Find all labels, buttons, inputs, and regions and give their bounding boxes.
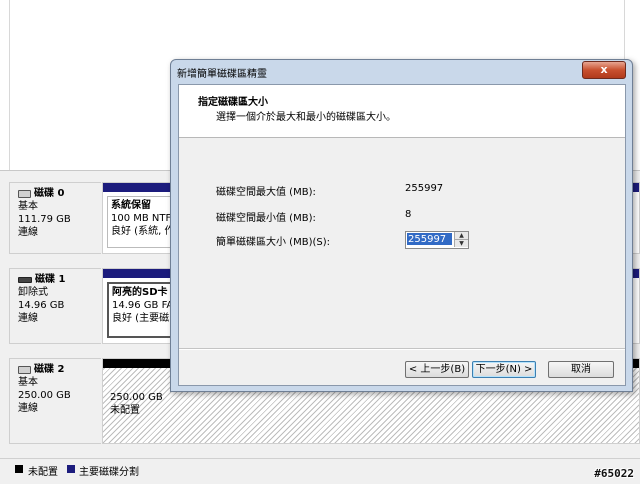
new-simple-volume-wizard: 新增簡單磁碟區精靈 x 指定磁碟區大小 選擇一個介於最大和最小的磁碟區大小。 磁… (170, 59, 633, 392)
spin-down-button[interactable]: ▼ (454, 239, 468, 247)
disk-type: 基本 (18, 377, 38, 388)
close-icon: x (600, 63, 608, 76)
disk-status: 連線 (18, 227, 38, 238)
chevron-down-icon: ▼ (459, 240, 464, 247)
disk-type: 卸除式 (18, 287, 48, 298)
back-button[interactable]: < 上一步(B) (405, 361, 469, 378)
cancel-button[interactable]: 取消 (548, 361, 614, 378)
max-size-value: 255997 (405, 183, 444, 194)
button-separator (179, 348, 625, 350)
page-title: 指定磁碟區大小 (198, 97, 268, 108)
legend-bar: 未配置 主要磁碟分割 (0, 458, 640, 484)
disk-name: 磁碟 2 (34, 364, 65, 375)
window-title: 新增簡單磁碟區精靈 (177, 69, 267, 80)
disk-status: 連線 (18, 403, 38, 414)
partition-unallocated[interactable]: 250.00 GB 未配置 (107, 389, 187, 429)
disk-label[interactable]: 磁碟 2 基本 250.00 GB 連線 (9, 358, 101, 444)
volume-size-label: 簡單磁碟區大小 (MB)(S): (216, 237, 330, 248)
watermark: #65022 (594, 467, 634, 480)
disk-icon (18, 365, 31, 374)
spin-up-button[interactable]: ▲ (454, 232, 468, 239)
partition-status: 未配置 (110, 405, 140, 416)
disk-status: 連線 (18, 313, 38, 324)
column-divider (9, 0, 10, 170)
disk-label[interactable]: 磁碟 0 基本 111.79 GB 連線 (9, 182, 101, 254)
close-button[interactable]: x (582, 61, 626, 79)
next-button[interactable]: 下一步(N) > (472, 361, 536, 378)
disk-size: 111.79 GB (18, 214, 71, 225)
legend-primary-label: 主要磁碟分割 (79, 467, 139, 478)
disk-type: 基本 (18, 201, 38, 212)
partition-size: 250.00 GB (110, 392, 163, 403)
chevron-up-icon: ▲ (459, 232, 464, 239)
max-size-label: 磁碟空間最大值 (MB): (216, 187, 316, 198)
title-bar[interactable]: 新增簡單磁碟區精靈 x (171, 60, 632, 82)
disk-size: 14.96 GB (18, 300, 65, 311)
legend-unallocated-swatch (15, 465, 23, 473)
disk-label[interactable]: 磁碟 1 卸除式 14.96 GB 連線 (9, 268, 101, 344)
disk-name: 磁碟 1 (35, 274, 66, 285)
legend-primary-swatch (67, 465, 75, 473)
volume-size-input[interactable] (407, 233, 452, 245)
disk-icon (18, 189, 31, 198)
disk-name: 磁碟 0 (34, 188, 65, 199)
min-size-value: 8 (405, 209, 412, 220)
min-size-label: 磁碟空間最小值 (MB): (216, 213, 316, 224)
page-subtitle: 選擇一個介於最大和最小的磁碟區大小。 (216, 112, 396, 123)
wizard-client-area: 指定磁碟區大小 選擇一個介於最大和最小的磁碟區大小。 磁碟空間最大值 (MB):… (178, 84, 626, 386)
removable-disk-icon (18, 276, 32, 283)
volume-size-stepper: ▲ ▼ (405, 231, 469, 249)
disk-size: 250.00 GB (18, 390, 71, 401)
legend-unallocated-label: 未配置 (28, 467, 58, 478)
wizard-header: 指定磁碟區大小 選擇一個介於最大和最小的磁碟區大小。 (179, 85, 625, 138)
